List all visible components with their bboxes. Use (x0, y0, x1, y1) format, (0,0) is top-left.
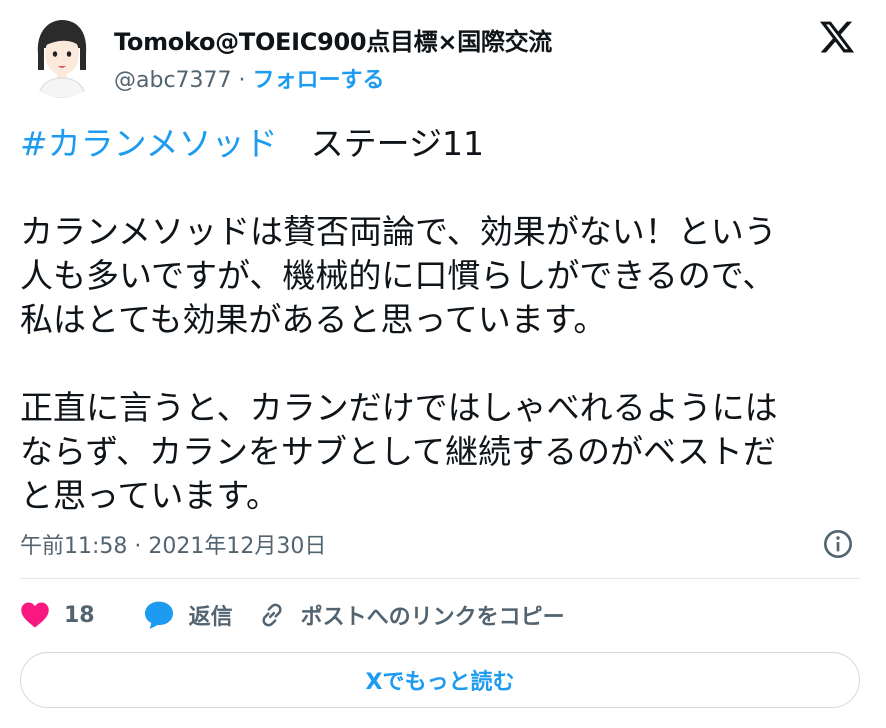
action-bar: 18 返信 ポストへのリンクをコピー (20, 595, 589, 635)
author-display-name[interactable]: Tomoko@TOEIC900点目標×国際交流 (114, 22, 552, 57)
tweet-timestamp[interactable]: 午前11:58 · 2021年12月30日 (20, 528, 326, 560)
author-handle[interactable]: @abc7377 (114, 68, 232, 93)
handle-separator: · (238, 68, 246, 93)
tweet-time: 午前11:58 (20, 534, 128, 559)
heart-icon (21, 602, 49, 628)
tweet-card: Tomoko@TOEIC900点目標×国際交流 @abc7377 · フォローす… (0, 0, 886, 728)
tweet-line-rest: ステージ11 (277, 124, 485, 163)
avatar[interactable] (20, 14, 104, 98)
reply-button[interactable]: 返信 (143, 599, 233, 631)
speech-bubble-icon (144, 601, 173, 629)
tweet-line: #カランメソッド ステージ11 (20, 122, 870, 166)
tweet-line: と思っています。 (20, 476, 280, 515)
tweet-line: 人も多いですが、機械的に口慣らしができるので、 (20, 256, 776, 295)
copy-link-label: ポストへのリンクをコピー (300, 605, 565, 630)
like-button[interactable]: 18 (20, 601, 119, 629)
tweet-line: 私はとても効果があると思っています。 (20, 300, 607, 339)
handle-row: @abc7377 · フォローする (114, 62, 385, 94)
read-more-button[interactable]: Xでもっと読む (20, 652, 860, 708)
tweet-line: カランメソッドは賛否両論で、効果がない！という (20, 212, 777, 251)
tweet-text: #カランメソッド ステージ11 カランメソッドは賛否両論で、効果がない！という … (20, 122, 870, 518)
tweet-line: ならず、カランをサブとして継続するのがベストだ (20, 432, 776, 471)
meta-separator: · (134, 534, 142, 559)
info-icon[interactable] (822, 528, 854, 560)
divider (20, 578, 860, 579)
like-count: 18 (64, 602, 95, 628)
tweet-date: 2021年12月30日 (148, 534, 327, 559)
hashtag-link[interactable]: #カランメソッド (20, 124, 278, 163)
follow-button[interactable]: フォローする (253, 68, 385, 93)
tweet-line: 正直に言うと、カランだけではしゃべれるようには (20, 388, 778, 427)
reply-label: 返信 (188, 605, 233, 630)
avatar-illustration-icon (20, 14, 104, 98)
x-logo-icon[interactable] (818, 18, 856, 56)
link-icon (262, 603, 282, 627)
copy-link-button[interactable]: ポストへのリンクをコピー (257, 599, 565, 631)
